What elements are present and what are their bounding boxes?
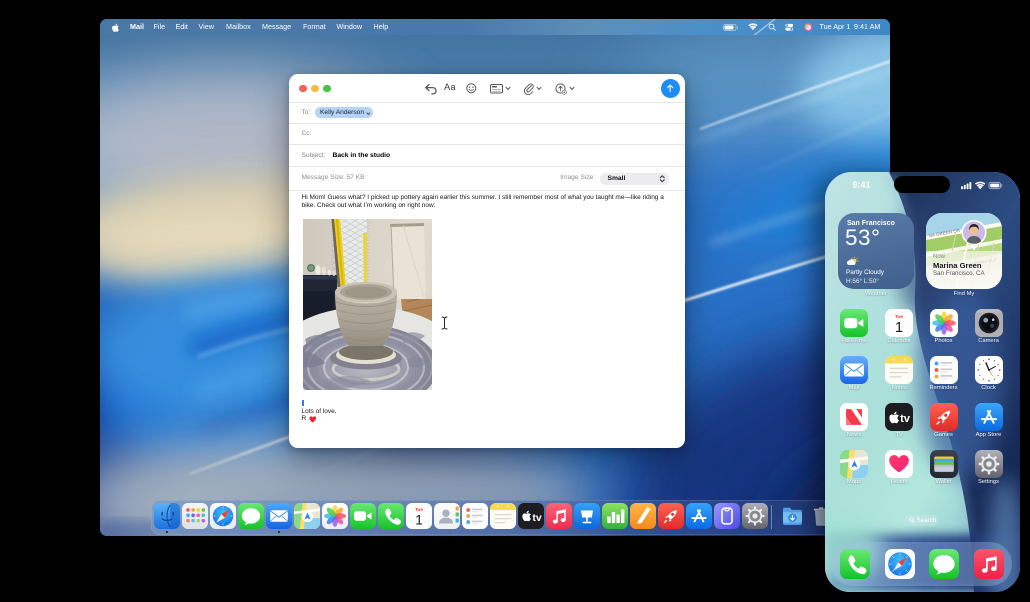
svg-text:1: 1 [895, 318, 903, 335]
svg-text:tv: tv [532, 512, 541, 524]
svg-text:1: 1 [415, 512, 423, 528]
svg-text:tv: tv [900, 412, 911, 424]
